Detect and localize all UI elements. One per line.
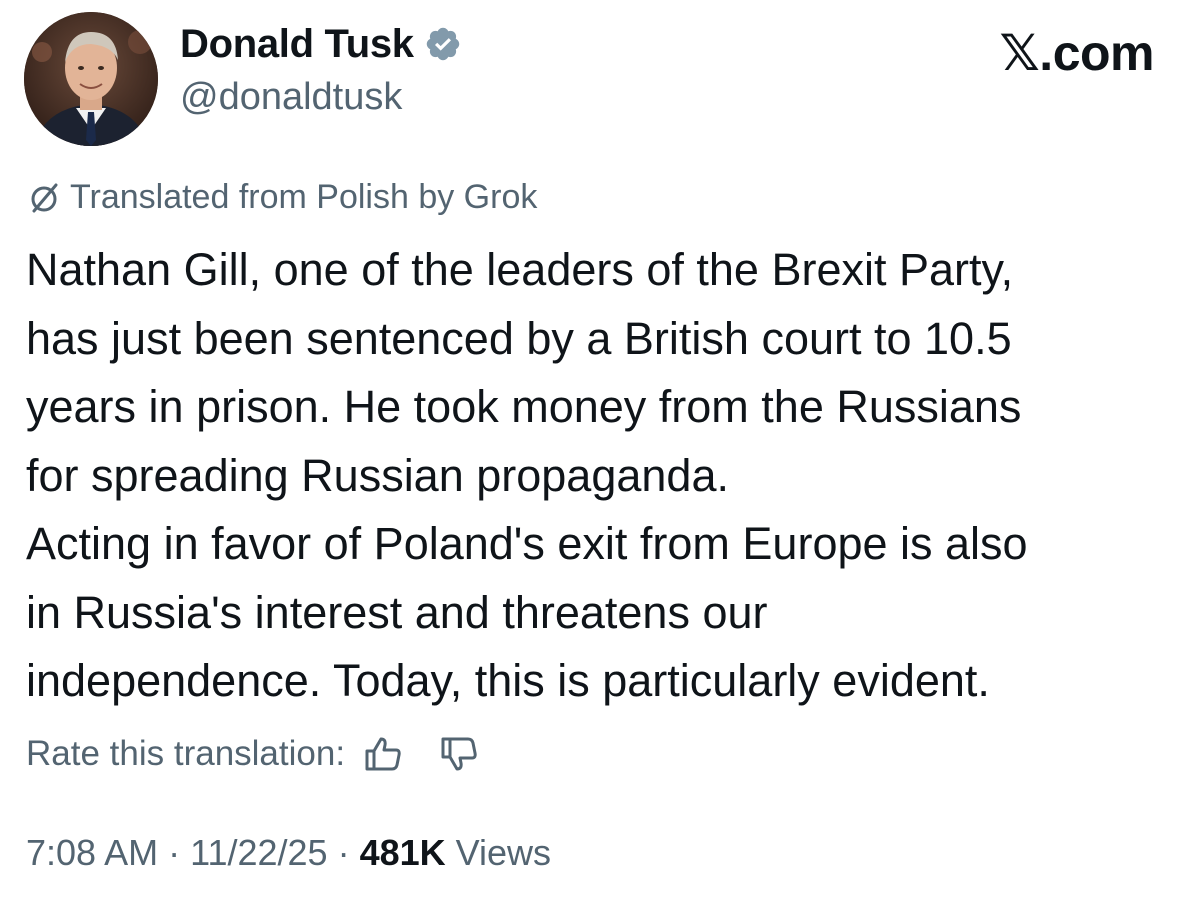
post-text-line: independence. Today, this is particularl… [26, 655, 990, 706]
post-text-line: in Russia's interest and threatens our [26, 586, 768, 638]
post-text: Nathan Gill, one of the leaders of the B… [26, 236, 1176, 716]
post-text-line: years in prison. He took money from the … [26, 381, 1022, 432]
translation-notice: Translated from Polish by Grok [26, 178, 537, 217]
thumbs-down-icon [441, 737, 477, 771]
post-metadata: 7:08 AM · 11/22/25 · 481K Views [26, 832, 551, 874]
views-label: Views [455, 832, 552, 873]
rate-translation-row: Rate this translation: [26, 730, 481, 778]
rate-translation-label: Rate this translation: [26, 734, 346, 773]
avatar[interactable] [24, 12, 158, 146]
profile-photo [24, 12, 158, 146]
thumbs-up-icon [365, 737, 401, 771]
meta-separator: · [158, 832, 191, 873]
post-text-line: for spreading Russian propaganda. [26, 449, 729, 501]
post-time[interactable]: 7:08 AM [26, 832, 158, 873]
translation-notice-text: Translated from Polish by Grok [70, 178, 538, 216]
post-date[interactable]: 11/22/25 [190, 832, 327, 873]
post-text-line: Nathan Gill, one of the leaders of the B… [26, 244, 1014, 295]
thumbs-up-button[interactable] [361, 732, 405, 776]
x-watermark: 𝕏.com [999, 25, 1155, 81]
thumbs-down-button[interactable] [437, 732, 481, 776]
verified-badge-icon [424, 25, 462, 63]
meta-separator: · [327, 832, 360, 873]
views-count: 481K [359, 832, 446, 873]
author-handle[interactable]: @donaldtusk [180, 76, 402, 119]
author-name-row: Donald Tusk [180, 18, 462, 70]
post-text-line: Acting in favor of Poland's exit from Eu… [26, 518, 1028, 569]
display-name[interactable]: Donald Tusk [180, 22, 414, 67]
grok-icon [26, 180, 62, 216]
post-text-line: has just been sentenced by a British cou… [26, 312, 1012, 364]
